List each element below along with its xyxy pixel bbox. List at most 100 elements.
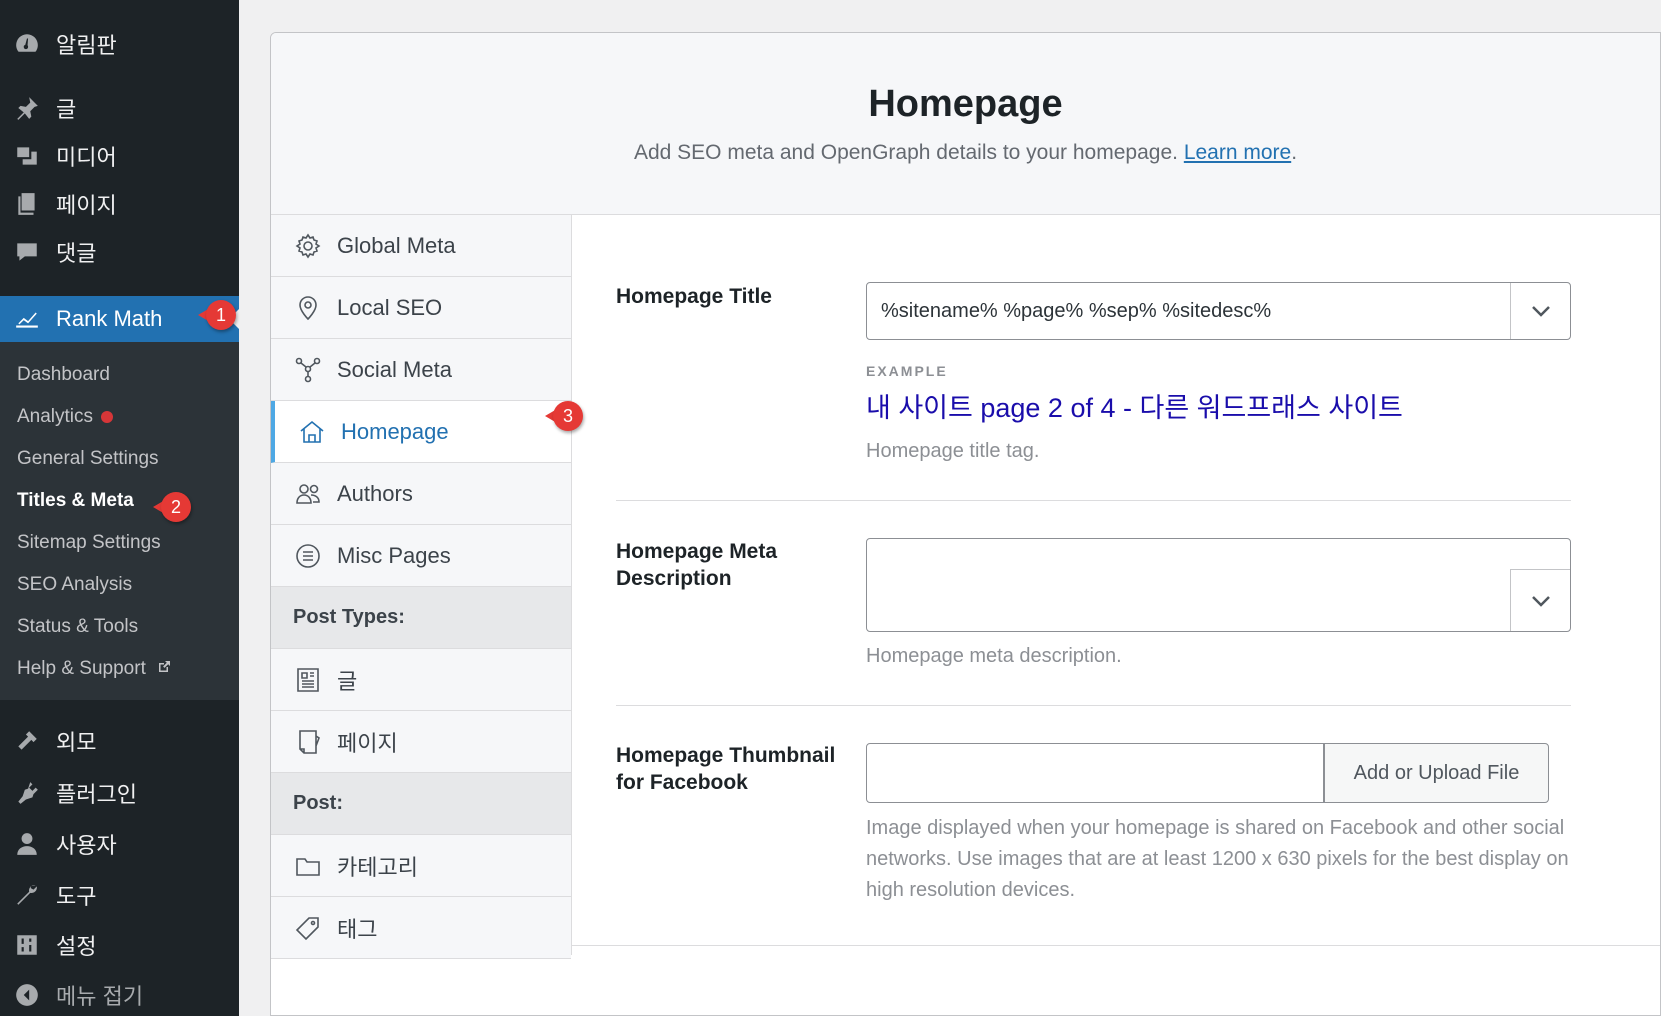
settings-icon (12, 930, 42, 960)
variables-dropdown-button[interactable] (1510, 569, 1570, 631)
chevron-down-icon (1531, 306, 1550, 317)
homepage-thumbnail-label: Homepage Thumbnail for Facebook (616, 744, 836, 794)
homepage-description-field[interactable] (866, 538, 1571, 632)
menu-label: 외모 (56, 730, 97, 755)
tab-authors[interactable]: Authors (271, 463, 571, 525)
menu-item-comments[interactable]: 댓글 (0, 229, 239, 275)
homepage-description-help: Homepage meta description. (866, 645, 1122, 667)
section-label: Post: (293, 792, 343, 814)
tab-misc-pages[interactable]: Misc Pages (271, 525, 571, 587)
menu-label: 플러그인 (56, 782, 137, 807)
menu-label: 글 (56, 97, 77, 122)
user-icon (12, 829, 42, 859)
menu-label: 페이지 (56, 193, 117, 218)
tab-post-type-posts[interactable]: 글 (271, 649, 571, 711)
menu-item-appearance[interactable]: 외모 (0, 718, 239, 764)
menu-label: Rank Math (56, 306, 163, 331)
notification-dot (101, 410, 114, 423)
page-title: Homepage (868, 83, 1063, 125)
tab-label: Global Meta (337, 232, 456, 258)
homepage-description-label: Homepage Meta Description (616, 540, 778, 590)
step-marker-3: 3 (545, 401, 583, 431)
tab-homepage[interactable]: Homepage (271, 401, 571, 463)
homepage-title-help: Homepage title tag. (866, 440, 1040, 462)
users-icon (293, 479, 323, 509)
page-tab-icon (293, 727, 323, 757)
plugin-icon (12, 778, 42, 808)
menu-item-dashboard[interactable]: 알림판 (0, 21, 239, 67)
tab-global-meta[interactable]: Global Meta (271, 215, 571, 277)
page-description: Add SEO meta and OpenGraph details to yo… (271, 141, 1660, 165)
page-icon (12, 189, 42, 219)
comment-icon (12, 237, 42, 267)
homepage-title-label: Homepage Title (616, 285, 772, 308)
tab-local-seo[interactable]: Local SEO (271, 277, 571, 339)
menu-item-collapse[interactable]: 메뉴 접기 (0, 972, 239, 1016)
pin-icon (12, 93, 42, 123)
field-divider (616, 500, 1571, 501)
tab-social-meta[interactable]: Social Meta (271, 339, 571, 401)
rank-math-submenu: Dashboard Analytics General Settings Tit… (0, 342, 239, 700)
submenu-item-analytics[interactable]: Analytics (17, 406, 114, 428)
submenu-item-general-settings[interactable]: General Settings (17, 448, 159, 470)
tab-post-type-pages[interactable]: 페이지 (271, 711, 571, 773)
tag-icon (293, 913, 323, 943)
rank-math-icon (12, 304, 42, 334)
menu-label: 알림판 (56, 33, 117, 58)
menu-item-plugins[interactable]: 플러그인 (0, 770, 239, 816)
list-circle-icon (293, 541, 323, 571)
menu-label: 미디어 (56, 145, 117, 170)
submenu-item-dashboard[interactable]: Dashboard (17, 364, 110, 386)
variables-dropdown-button[interactable] (1510, 283, 1570, 339)
menu-item-pages[interactable]: 페이지 (0, 181, 239, 227)
thumbnail-url-input[interactable] (866, 743, 1324, 803)
panel-header: Homepage Add SEO meta and OpenGraph deta… (271, 33, 1660, 215)
homepage-title-value[interactable]: %sitename% %page% %sep% %sitedesc% (867, 283, 1510, 339)
menu-item-tools[interactable]: 도구 (0, 872, 239, 918)
submenu-item-seo-analysis[interactable]: SEO Analysis (17, 574, 132, 596)
location-pin-icon (293, 293, 323, 323)
tab-label: 태그 (337, 916, 378, 942)
add-upload-file-button[interactable]: Add or Upload File (1324, 743, 1549, 803)
menu-label: 사용자 (56, 833, 117, 858)
description-period: . (1291, 141, 1298, 164)
menu-item-posts[interactable]: 글 (0, 85, 239, 131)
media-icon (12, 141, 42, 171)
homepage-title-field[interactable]: %sitename% %page% %sep% %sitedesc% (866, 282, 1571, 340)
submenu-item-status-tools[interactable]: Status & Tools (17, 616, 138, 638)
submenu-label: Analytics (17, 406, 94, 427)
menu-label: 도구 (56, 884, 97, 909)
menu-item-users[interactable]: 사용자 (0, 821, 239, 867)
panel-footer-divider (572, 945, 1660, 946)
collapse-icon (12, 980, 42, 1010)
tab-taxonomy-tags[interactable]: 태그 (271, 897, 571, 959)
description-text: Add SEO meta and OpenGraph details to yo… (633, 141, 1178, 164)
gear-icon (293, 231, 323, 261)
folder-icon (293, 851, 323, 881)
learn-more-link[interactable]: Learn more (1184, 141, 1291, 164)
admin-sidebar: 알림판 글 미디어 페이지 댓글 Rank Math Dashboard Ana… (0, 0, 239, 1016)
submenu-item-help-support[interactable]: Help & Support (17, 658, 171, 680)
section-post: Post: (271, 773, 571, 835)
submenu-item-sitemap-settings[interactable]: Sitemap Settings (17, 532, 161, 554)
title-example-preview: 내 사이트 page 2 of 4 - 다른 워드프래스 사이트 (866, 393, 1403, 423)
step-marker-2: 2 (153, 492, 191, 522)
menu-label: 설정 (56, 934, 97, 959)
marker-number: 3 (562, 406, 573, 426)
settings-tabs: Global Meta Local SEO Social Meta Homepa… (271, 215, 572, 959)
dashboard-icon (12, 29, 42, 59)
menu-label: 댓글 (56, 241, 97, 266)
example-label: EXAMPLE (866, 363, 948, 379)
tab-taxonomy-categories[interactable]: 카테고리 (271, 835, 571, 897)
external-link-icon (157, 658, 171, 680)
menu-item-settings[interactable]: 설정 (0, 922, 239, 968)
step-marker-1: 1 (198, 300, 236, 330)
settings-panel: Homepage Add SEO meta and OpenGraph deta… (270, 32, 1661, 1016)
section-post-types: Post Types: (271, 587, 571, 649)
tab-label: Misc Pages (337, 542, 451, 568)
tab-label: 페이지 (337, 730, 398, 756)
submenu-item-titles-meta[interactable]: Titles & Meta (17, 490, 134, 512)
menu-item-media[interactable]: 미디어 (0, 133, 239, 179)
homepage-thumbnail-help: Image displayed when your homepage is sh… (866, 817, 1569, 901)
appearance-icon (12, 726, 42, 756)
